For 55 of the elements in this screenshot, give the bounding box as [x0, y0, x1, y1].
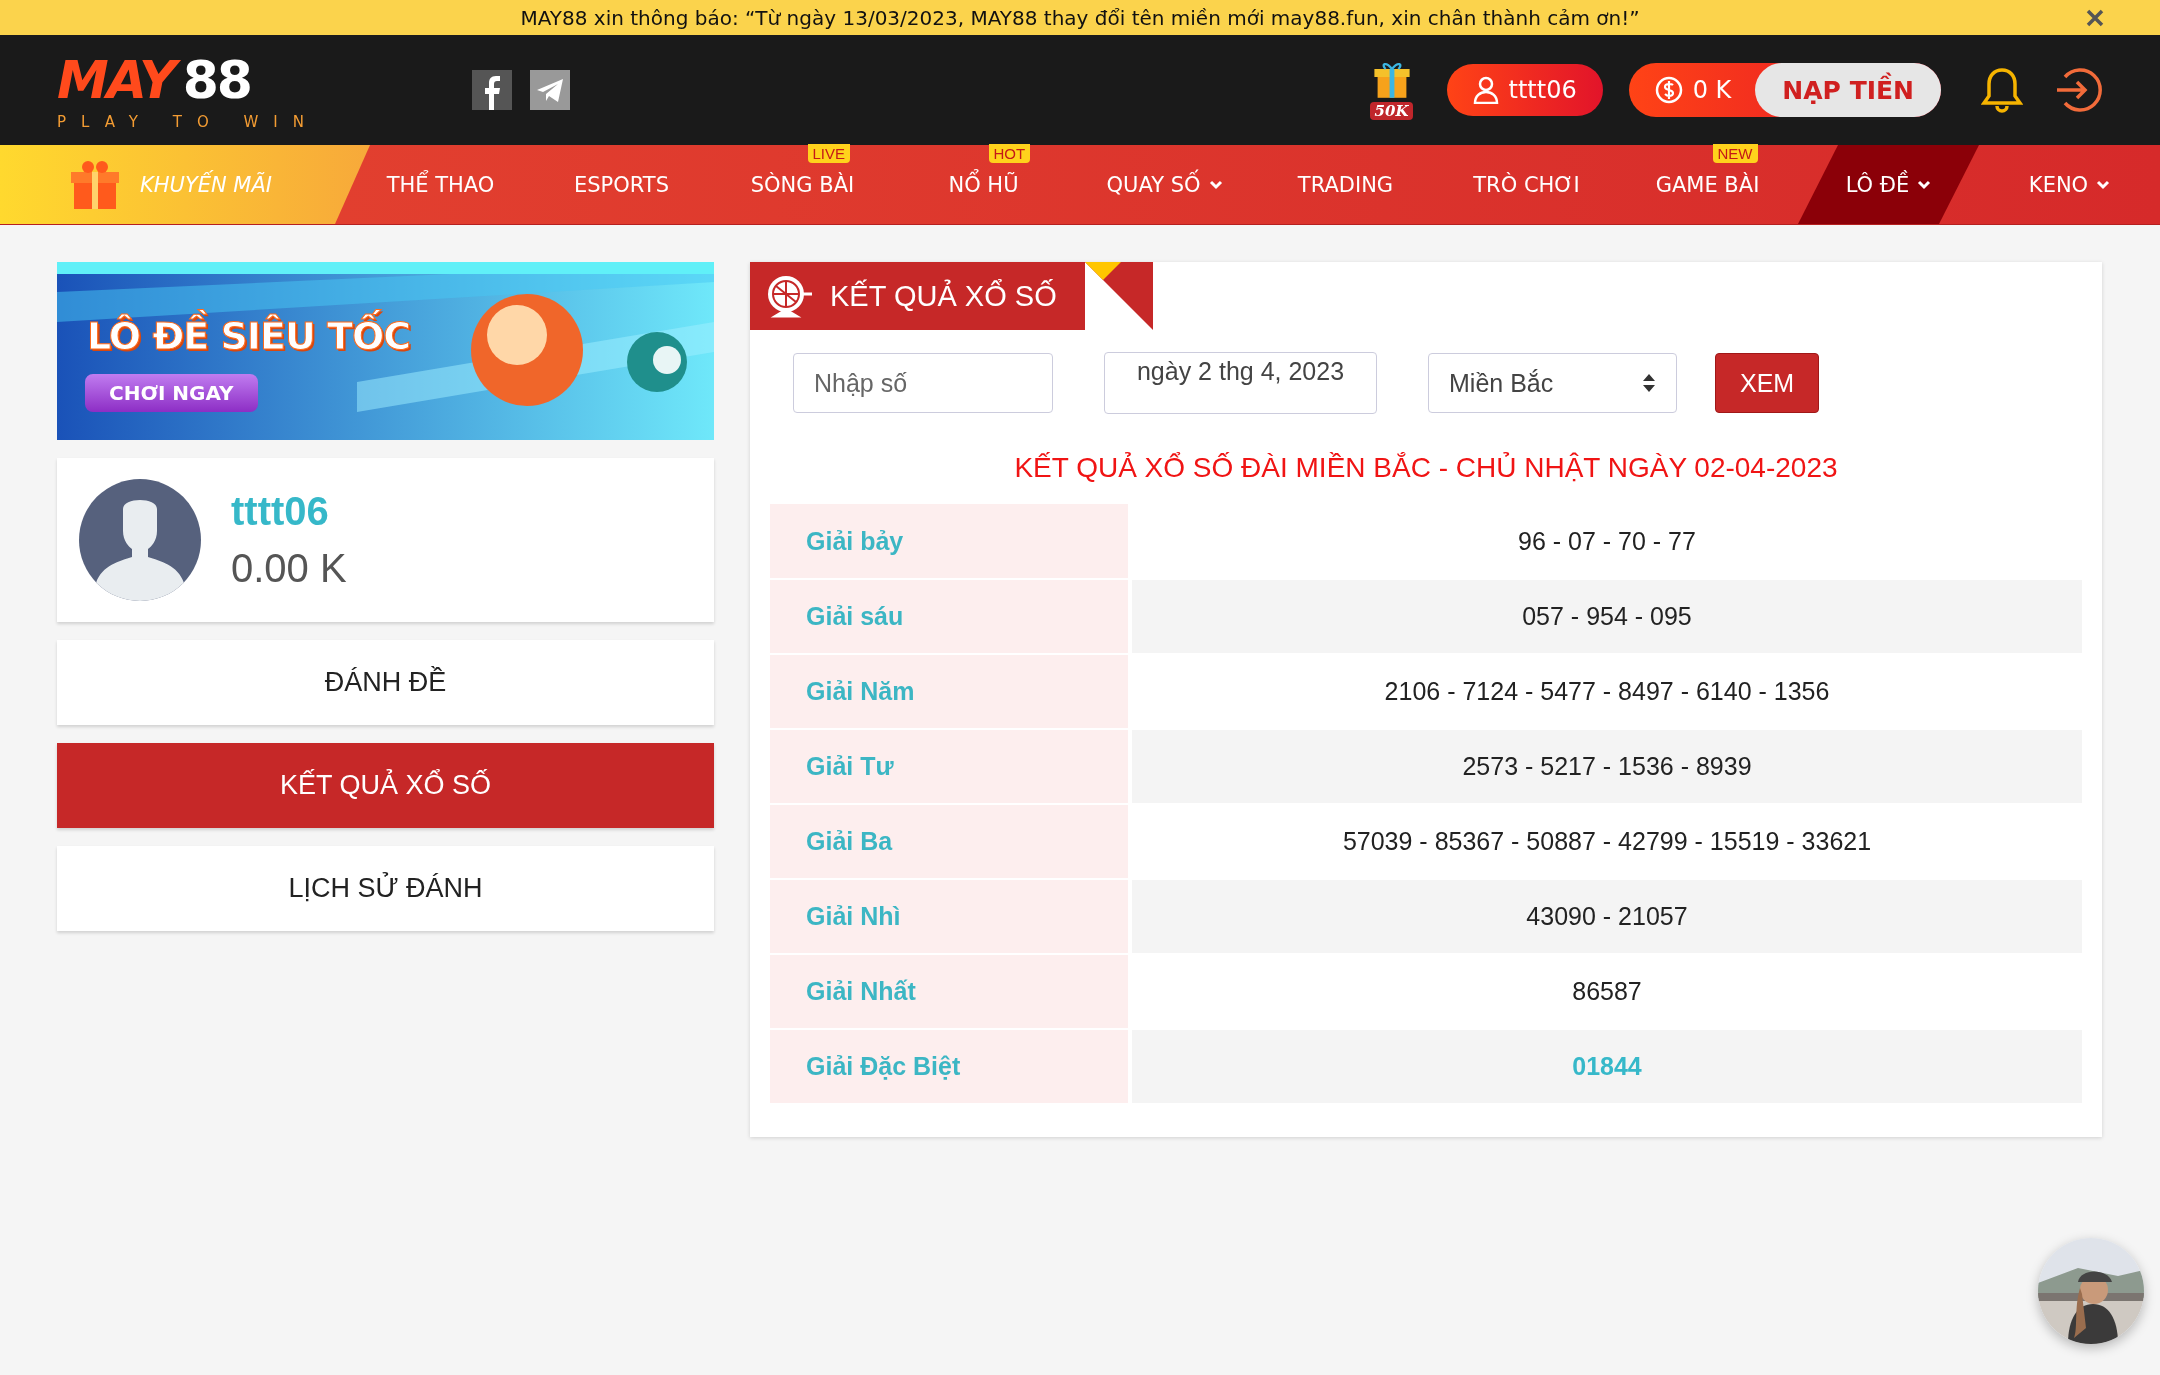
logo-text: MAY [57, 50, 183, 110]
number-field[interactable]: Nhập số [793, 353, 1053, 413]
promo-banner[interactable]: LÔ ĐỀ SIÊU TỐC CHƠI NGAY [57, 262, 714, 440]
coin-icon [1654, 76, 1683, 104]
prize-numbers: 01844 [1130, 1029, 2082, 1104]
caret-icon [2096, 179, 2111, 190]
sort-arrows-icon [1642, 373, 1656, 393]
banner-title: LÔ ĐỀ SIÊU TỐC [85, 310, 419, 368]
prize-label: Giải Đặc Biệt [770, 1029, 1130, 1104]
prize-numbers: 43090 - 21057 [1130, 879, 2082, 954]
balance-text: 0 K [1628, 76, 1756, 104]
prize-numbers: 057 - 954 - 095 [1130, 579, 2082, 654]
notice-text: MAY88 xin thông báo: “Từ ngày 13/03/2023, MAY88 thay đổi tên miền mới may88.fun, xin chân thành cảm ơn!” [520, 5, 1640, 30]
nav-item[interactable]: GAME BÀI [1655, 172, 1760, 197]
sidebar-item[interactable]: ĐÁNH ĐỀ [57, 640, 714, 725]
badge: HOT [988, 144, 1031, 163]
nav-item[interactable]: TRADING [1297, 172, 1394, 197]
prize-label: Giải Nhất [770, 954, 1130, 1029]
facebook-icon[interactable] [472, 70, 512, 110]
account-button[interactable]: tttt06 [1446, 64, 1603, 116]
nav-item[interactable]: SÒNG BÀI [750, 172, 855, 197]
sidebar-item[interactable]: LỊCH SỬ ĐÁNH [57, 846, 714, 931]
prize-label: Giải Năm [770, 654, 1130, 729]
badge: LIVE [807, 144, 851, 163]
user-icon [1472, 76, 1499, 104]
view-button[interactable]: XEM [1715, 353, 1820, 413]
logo-number: 88 [182, 50, 252, 110]
profile-balance: 0.00 K [231, 546, 347, 591]
prize-numbers: 2573 - 5217 - 1536 - 8939 [1130, 729, 2082, 804]
sidebar-item[interactable]: KẾT QUẢ XỔ SỐ [57, 743, 714, 828]
badge: NEW [1712, 144, 1758, 163]
region-select[interactable]: Miền Bắc [1428, 353, 1677, 413]
caret-icon [1917, 179, 1932, 190]
nav-item[interactable]: ESPORTS [574, 172, 669, 197]
gift-label: 50K [1369, 101, 1414, 120]
ribbon-tail [1085, 262, 1153, 330]
profile-username: tttt06 [231, 489, 330, 534]
prize-label: Giải Tư [770, 729, 1130, 804]
bell-icon[interactable] [1981, 66, 2023, 114]
close-icon[interactable] [2086, 9, 2104, 27]
deposit-button[interactable]: NẠP TIỀN [1755, 63, 1941, 117]
play-button[interactable]: CHƠI NGAY [85, 374, 258, 412]
nav-item[interactable]: LÔ ĐỀ [1798, 145, 1979, 224]
nav-item[interactable]: THỂ THAO [386, 172, 495, 197]
telegram-icon[interactable] [530, 70, 570, 110]
date-field[interactable]: ngày 2 thg 4, 2023 [1104, 352, 1377, 414]
prize-label: Giải Nhì [770, 879, 1130, 954]
nav-item[interactable]: TRÒ CHƠI [1473, 172, 1580, 197]
logo-tagline: PLAY TO WIN [57, 113, 320, 131]
prize-label: Giải sáu [770, 579, 1130, 654]
caret-icon [1208, 179, 1223, 190]
prize-label: Giải bảy [770, 504, 1130, 579]
nav-item[interactable]: KENO [2028, 172, 2111, 197]
results-heading: KẾT QUẢ XỔ SỐ ĐÀI MIỀN BẮC - CHỦ NHẬT NGÀY 02-04-2023 [1013, 452, 1839, 484]
prize-label: Giải Ba [770, 804, 1130, 879]
